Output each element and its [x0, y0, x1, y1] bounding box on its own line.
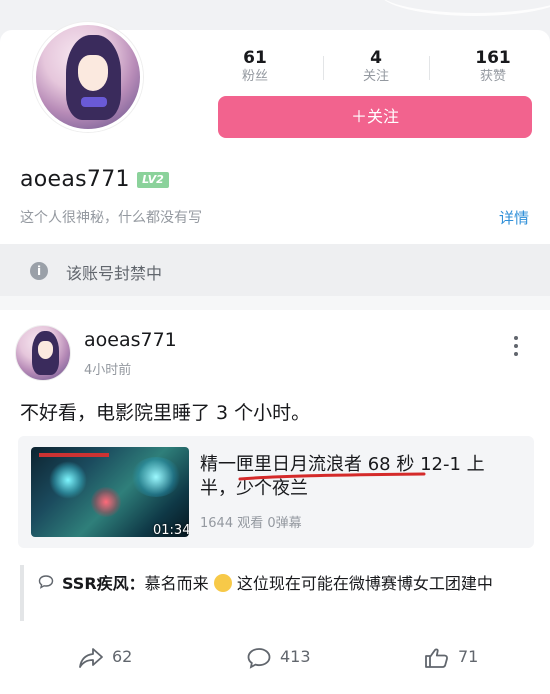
comment-bubble-icon: [38, 575, 54, 589]
stat-fans[interactable]: 61 粉丝: [210, 48, 300, 86]
post-author-name[interactable]: aoeas771: [84, 329, 177, 351]
video-thumbnail[interactable]: 01:34: [31, 447, 189, 537]
stat-following[interactable]: 4 关注: [331, 48, 421, 86]
stat-divider: [323, 56, 324, 80]
thumbs-up-icon: [425, 648, 448, 668]
red-underline-annotation: [238, 472, 426, 481]
stat-divider: [429, 56, 430, 80]
stat-following-count: 4: [370, 48, 382, 68]
profile-stats: 61 粉丝 4 关注 161 获赞: [210, 48, 540, 88]
post-timestamp: 4小时前: [84, 363, 132, 378]
profile-username: aoeas771: [20, 167, 130, 192]
comment-author[interactable]: SSR疾风：: [62, 574, 145, 593]
stat-likes-count: 161: [475, 48, 511, 68]
video-card[interactable]: 01:34 精一匣里日月流浪者 68 秒 12-1 上半，少个夜兰 1644 观…: [18, 436, 534, 548]
featured-comment[interactable]: SSR疾风：慕名而来 这位现在可能在微博赛博女工团建中: [62, 570, 532, 598]
smile-emoji-icon: [213, 574, 232, 592]
ban-notice-text: 该账号封禁中: [66, 264, 163, 283]
stat-fans-count: 61: [243, 48, 267, 68]
profile-bio: 这个人很神秘，什么都没有写: [20, 210, 202, 226]
stat-likes-label: 获赞: [479, 69, 506, 84]
stat-likes[interactable]: 161 获赞: [448, 48, 538, 86]
share-icon: [79, 648, 103, 668]
comment-icon: [247, 648, 271, 669]
video-stats: 1644 观看 0弹幕: [200, 516, 302, 531]
follow-button[interactable]: ＋关注: [218, 96, 532, 138]
share-count: 62: [112, 647, 133, 666]
comment-body: 慕名而来: [144, 574, 209, 593]
like-count: 71: [458, 647, 479, 666]
post-text: 不好看，电影院里睡了 3 个小时。: [20, 402, 311, 424]
detail-link[interactable]: 详情: [499, 207, 529, 228]
more-options-icon[interactable]: [508, 334, 524, 360]
banner-decoration: [380, 0, 550, 16]
section-gap: [0, 296, 550, 310]
level-badge: LV2: [137, 172, 169, 188]
post-author-avatar[interactable]: [15, 325, 71, 381]
stat-following-label: 关注: [362, 69, 389, 84]
comment-quote-bar: [20, 565, 24, 621]
comment-count: 413: [280, 647, 311, 666]
profile-avatar[interactable]: [33, 22, 143, 132]
info-icon: i: [30, 262, 48, 280]
stat-fans-label: 粉丝: [241, 69, 268, 84]
video-duration: 01:34: [153, 523, 189, 537]
comment-body-continued: 这位现在可能在微博赛博女工团建中: [231, 574, 493, 593]
